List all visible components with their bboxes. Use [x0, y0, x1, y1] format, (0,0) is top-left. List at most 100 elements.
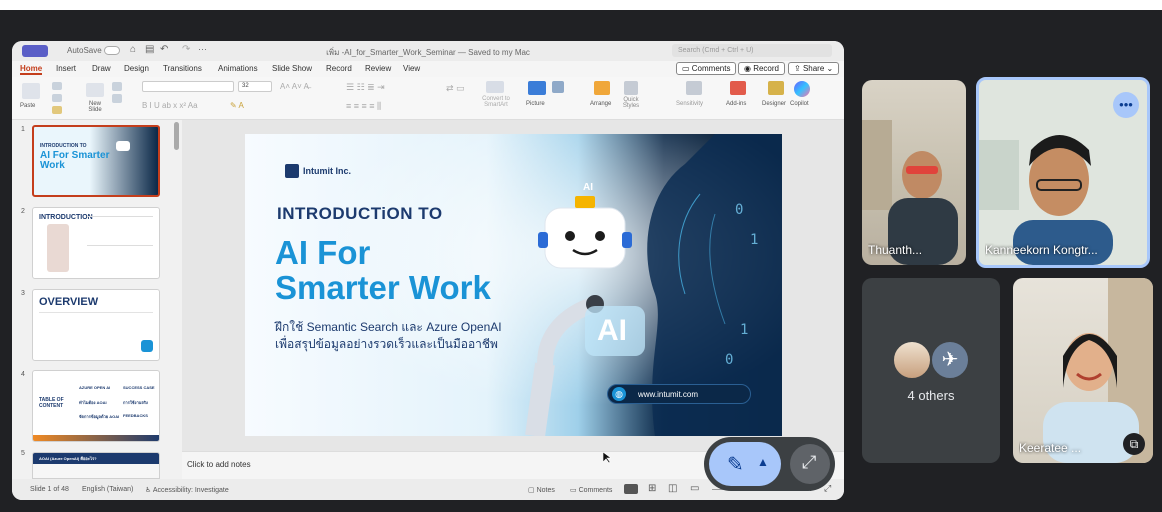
expand-icon: ⤢	[802, 452, 817, 472]
current-slide[interactable]: 0110 AI AI Intumit Inc. INTRODUCTiON TO …	[245, 134, 782, 436]
participant-tile[interactable]: Keeratee ... ⧉	[1013, 278, 1153, 463]
add-ins-label: Add-ins	[726, 101, 747, 107]
participant-name: Thuanth...	[868, 243, 923, 257]
language[interactable]: English (Taiwan)	[82, 486, 133, 493]
speaker-photo	[47, 224, 69, 272]
slide-thumbnail-5[interactable]: AOAI (Azure OpenAI) คืออะไร?	[32, 452, 160, 479]
format-painter-icon[interactable]	[52, 106, 62, 114]
shapes-icon[interactable]	[552, 81, 564, 93]
slide-number: 3	[21, 290, 25, 297]
tab-view[interactable]: View	[403, 64, 420, 73]
copy-icon[interactable]	[52, 94, 62, 102]
tab-insert[interactable]: Insert	[56, 64, 76, 73]
overview-columns	[39, 312, 153, 330]
search-input[interactable]: Search (Cmd + Ctrl + U)	[672, 44, 832, 57]
svg-text:0: 0	[735, 202, 743, 218]
slide-headline-1: AI For	[275, 234, 371, 271]
layout-icon[interactable]	[112, 82, 122, 91]
slide-sorter-icon[interactable]: ⊞	[648, 483, 656, 494]
record-button[interactable]: ◉ Record	[738, 62, 785, 75]
more-options-button[interactable]: •••	[1113, 92, 1139, 118]
accessibility-status[interactable]: ♿ Accessibility: Investigate	[145, 486, 229, 494]
speaker-info	[87, 216, 153, 246]
tab-record[interactable]: Record	[326, 64, 352, 73]
fullscreen-button[interactable]: ⤢	[790, 444, 830, 484]
slide-thumbnail-1[interactable]: INTRODUCTION TO AI For Smarter Work	[32, 125, 160, 197]
pen-tool-button[interactable]: ✎ ▲	[709, 442, 781, 486]
mouse-cursor	[603, 452, 611, 464]
chevron-up-icon: ▲	[757, 455, 769, 469]
notes-button[interactable]: ▢ Notes	[528, 486, 555, 494]
intumit-logo-icon	[285, 164, 299, 178]
slide-thumbnails-pane: 1 INTRODUCTION TO AI For Smarter Work 2 …	[12, 120, 182, 479]
reset-icon[interactable]	[112, 94, 122, 103]
designer-icon[interactable]	[768, 81, 784, 95]
tab-transitions[interactable]: Transitions	[163, 64, 202, 73]
svg-text:1: 1	[750, 232, 758, 248]
new-slide-icon[interactable]	[86, 83, 104, 97]
font-grow-shrink-icon[interactable]: A˄ A˅ A̶	[280, 82, 309, 91]
status-comments-button[interactable]: ▭ Comments	[570, 486, 612, 494]
quick-styles-icon[interactable]	[624, 81, 638, 95]
quick-styles-label: Quick Styles	[622, 97, 640, 109]
comment-icon: ▭	[682, 64, 692, 73]
tab-draw[interactable]: Draw	[92, 64, 111, 73]
copilot-icon[interactable]	[794, 81, 810, 97]
notes-icon: ▢	[528, 487, 537, 494]
menu-bar: Home Insert Draw Design Transitions Anim…	[12, 61, 844, 77]
footer-strip	[33, 435, 159, 441]
smartart-icon[interactable]	[486, 81, 504, 93]
top-bar	[0, 0, 1162, 10]
slide-thumbnail-4[interactable]: TABLE OF CONTENT AZURE OPEN AI SUCCESS C…	[32, 370, 160, 442]
tab-animations[interactable]: Animations	[218, 64, 258, 73]
tab-slide-show[interactable]: Slide Show	[272, 64, 312, 73]
slide-intro: INTRODUCTiON TO	[277, 204, 443, 223]
arrange-icon[interactable]	[594, 81, 610, 95]
thumbnails-scrollbar[interactable]	[174, 122, 179, 150]
participant-video	[862, 120, 958, 265]
robot-icon	[116, 141, 130, 151]
font-size-select[interactable]: 32	[238, 81, 272, 92]
paste-label: Paste	[20, 103, 36, 109]
tab-home[interactable]: Home	[20, 64, 43, 75]
slideshow-icon[interactable]: ▭	[690, 483, 699, 494]
ribbon: Paste New Slide 32 A˄ A˅ A̶ B I U ab x x…	[12, 77, 844, 120]
add-ins-icon[interactable]	[730, 81, 746, 95]
slide-canvas: 0110 AI AI Intumit Inc. INTRODUCTiON TO …	[182, 120, 844, 451]
tab-design[interactable]: Design	[124, 64, 149, 73]
reading-view-icon[interactable]: ◫	[668, 483, 677, 494]
svg-text:1: 1	[740, 322, 748, 338]
others-count: 4 others	[907, 388, 955, 403]
cut-icon[interactable]	[52, 82, 62, 90]
slide-thumbnail-2[interactable]: INTRODUCTION	[32, 207, 160, 279]
participant-tile-speaking[interactable]: ••• Kanneekorn Kongtr...	[976, 77, 1150, 268]
bullets-icon[interactable]: ☰ ☷ ≣ ⇥	[346, 82, 385, 93]
picture-icon[interactable]	[528, 81, 546, 95]
globe-icon: ◍	[612, 387, 626, 401]
comment-icon: ▭	[570, 487, 579, 494]
sensitivity-label: Sensitivity	[676, 101, 704, 107]
participant-tile[interactable]: Thuanth...	[862, 80, 966, 265]
alignment-icon[interactable]: ≡ ≡ ≡ ≡ ⫼	[346, 101, 381, 112]
direction-icon[interactable]: ⇄ ▭	[446, 83, 465, 94]
pip-icon[interactable]: ⧉	[1123, 433, 1145, 455]
highlight-color-icon[interactable]: ✎ A	[230, 101, 244, 110]
slide-number: 1	[21, 126, 25, 133]
comments-button[interactable]: ▭ Comments	[676, 62, 737, 75]
others-tile[interactable]: ✈ 4 others	[862, 278, 1000, 463]
participant-name: Keeratee ...	[1019, 441, 1082, 455]
slide-headline-2: Smarter Work	[275, 269, 491, 306]
new-slide-label: New Slide	[88, 101, 102, 113]
arrange-label: Arrange	[590, 101, 612, 107]
airplane-icon: ✈	[930, 340, 970, 380]
share-icon: ⇪	[794, 64, 803, 73]
share-button[interactable]: ⇪ Share ⌄	[788, 62, 840, 75]
slide-thumbnail-3[interactable]: OVERVIEW	[32, 289, 160, 361]
paste-icon[interactable]	[22, 83, 40, 99]
tab-review[interactable]: Review	[365, 64, 391, 73]
normal-view-icon[interactable]	[624, 484, 638, 494]
avatar	[892, 340, 932, 380]
font-name-select[interactable]	[142, 81, 234, 92]
sensitivity-icon[interactable]	[686, 81, 702, 95]
text-format-icons[interactable]: B I U ab x x² Aa	[142, 101, 198, 110]
